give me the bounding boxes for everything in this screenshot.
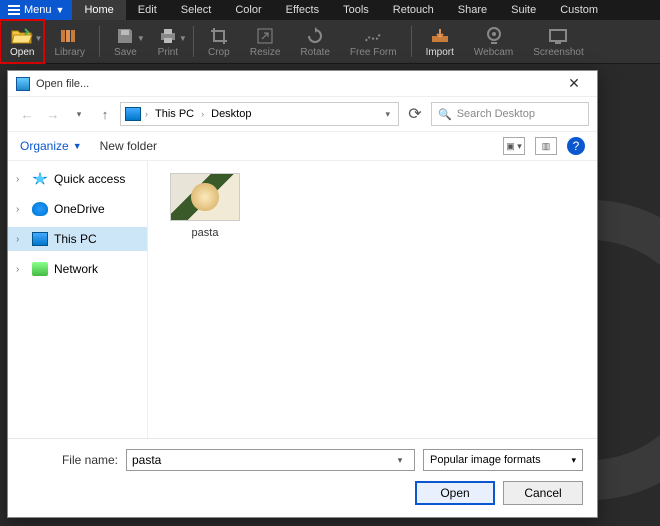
caret-down-icon: ▼ [73,141,82,151]
file-item-pasta[interactable]: pasta [166,173,244,239]
ribbon-save[interactable]: Save ▼ [104,20,147,63]
app-icon [16,77,30,91]
chevron-down-icon: ▼ [137,34,145,43]
ribbon-open[interactable]: Open ▼ [0,20,44,63]
expand-icon[interactable]: › [16,204,26,215]
nav-recent[interactable]: ▾ [68,103,90,125]
address-bar[interactable]: › This PC › Desktop ▾ [120,102,399,126]
tab-effects[interactable]: Effects [274,0,331,20]
separator [193,26,194,57]
menu-button-label: Menu [24,4,52,16]
tree-network[interactable]: › Network [8,257,147,281]
expand-icon[interactable]: › [16,174,26,185]
chevron-down-icon: ▼ [35,34,43,43]
print-icon [157,26,179,46]
search-icon: 🔍 [438,108,452,121]
ribbon-freeform[interactable]: Free Form [340,20,407,63]
tab-edit[interactable]: Edit [126,0,169,20]
tab-custom[interactable]: Custom [548,0,610,20]
crop-icon [208,26,230,46]
tab-suite[interactable]: Suite [499,0,548,20]
refresh-button[interactable]: ⟳ [403,102,427,126]
nav-tree: › Quick access › OneDrive › This PC › Ne… [8,161,148,438]
separator [99,26,100,57]
help-button[interactable]: ? [567,137,585,155]
ribbon-import[interactable]: Import [416,20,464,63]
library-icon [59,26,81,46]
open-file-dialog: Open file... ✕ ← → ▾ ↑ › This PC › Deskt… [7,70,598,518]
preview-pane-button[interactable]: ▥ [535,137,557,155]
file-list[interactable]: pasta [148,161,597,438]
tab-share[interactable]: Share [446,0,499,20]
file-type-filter[interactable]: Popular image formats ▾ [423,449,583,471]
ribbon-screenshot[interactable]: Screenshot [523,20,594,63]
tree-this-pc[interactable]: › This PC [8,227,147,251]
filename-input[interactable]: ▾ [126,449,415,471]
import-icon [429,26,451,46]
freeform-icon [362,26,384,46]
app-menubar: Menu ▼ Home Edit Select Color Effects To… [0,0,660,20]
address-dropdown[interactable]: ▾ [381,109,394,120]
ribbon-crop[interactable]: Crop [198,20,240,63]
star-icon [32,172,48,186]
nav-row: ← → ▾ ↑ › This PC › Desktop ▾ ⟳ 🔍 Search… [8,97,597,131]
dialog-titlebar: Open file... ✕ [8,71,597,97]
ribbon: Open ▼ Library Save ▼ Print ▼ Crop Resiz… [0,20,660,64]
pc-icon [32,232,48,246]
caret-down-icon: ▼ [56,5,65,15]
tab-retouch[interactable]: Retouch [381,0,446,20]
search-input[interactable]: 🔍 Search Desktop [431,102,589,126]
chevron-down-icon: ▼ [179,34,187,43]
ribbon-resize[interactable]: Resize [240,20,291,63]
organize-menu[interactable]: Organize ▼ [20,139,82,153]
dialog-footer: File name: ▾ Popular image formats ▾ Ope… [8,438,597,517]
tab-tools[interactable]: Tools [331,0,381,20]
filename-label: File name: [22,453,118,467]
ribbon-library[interactable]: Library [44,20,95,63]
new-folder-button[interactable]: New folder [100,139,157,153]
resize-icon [254,26,276,46]
file-label: pasta [192,227,219,239]
cloud-icon [32,202,48,216]
filename-field[interactable] [132,453,391,467]
screenshot-icon [547,26,569,46]
dialog-toolbar: Organize ▼ New folder ▣ ▾ ▥ ? [8,131,597,161]
ribbon-webcam[interactable]: Webcam [464,20,523,63]
save-icon [114,26,136,46]
file-thumbnail [170,173,240,221]
dialog-body: › Quick access › OneDrive › This PC › Ne… [8,161,597,438]
nav-up[interactable]: ↑ [94,103,116,125]
filename-dropdown[interactable]: ▾ [391,455,409,466]
tree-onedrive[interactable]: › OneDrive [8,197,147,221]
breadcrumb-desktop[interactable]: Desktop [208,108,254,120]
chevron-right-icon: › [201,109,204,119]
tree-quick-access[interactable]: › Quick access [8,167,147,191]
chevron-down-icon: ▾ [571,455,576,466]
hamburger-icon [8,5,20,15]
separator [411,26,412,57]
search-placeholder: Search Desktop [457,108,535,120]
breadcrumb-thispc[interactable]: This PC [152,108,197,120]
dialog-title: Open file... [36,78,89,90]
rotate-icon [304,26,326,46]
tab-select[interactable]: Select [169,0,224,20]
expand-icon[interactable]: › [16,234,26,245]
ribbon-print[interactable]: Print ▼ [147,20,189,63]
expand-icon[interactable]: › [16,264,26,275]
close-button[interactable]: ✕ [559,75,589,92]
view-mode-button[interactable]: ▣ ▾ [503,137,525,155]
pc-icon [125,107,141,121]
nav-forward[interactable]: → [42,103,64,125]
ribbon-rotate[interactable]: Rotate [290,20,339,63]
folder-open-icon [11,26,33,46]
tab-color[interactable]: Color [223,0,273,20]
network-icon [32,262,48,276]
nav-back[interactable]: ← [16,103,38,125]
webcam-icon [483,26,505,46]
menu-button[interactable]: Menu ▼ [0,0,72,20]
chevron-right-icon: › [145,109,148,119]
cancel-button[interactable]: Cancel [503,481,583,505]
open-button[interactable]: Open [415,481,495,505]
tab-home[interactable]: Home [72,0,125,20]
